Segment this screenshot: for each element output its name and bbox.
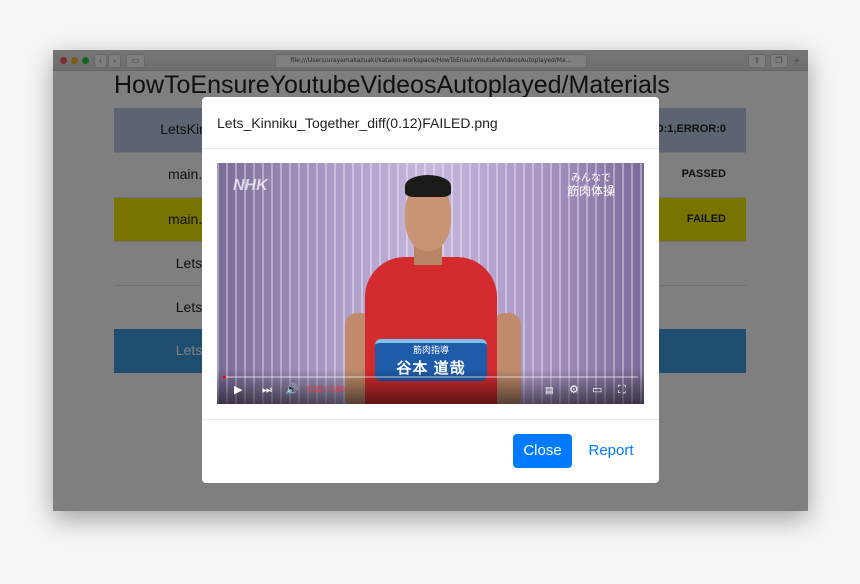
report-button[interactable]: Report (582, 434, 640, 468)
next-icon[interactable]: ⏭ (262, 384, 272, 396)
gear-icon[interactable]: ⚙ (569, 384, 579, 396)
subtitles-icon[interactable]: ▤ (545, 384, 554, 396)
program-title: みんなで 筋肉体操 (567, 173, 616, 198)
broadcaster-logo: NHK (233, 177, 268, 194)
player-controls: ▶ ⏭ 🔊 0:02 / 4:50 ▤ ⚙ ▭ ⛶ (217, 369, 644, 404)
time-display: 0:02 / 4:50 (307, 385, 345, 394)
divider (202, 419, 659, 420)
image-modal: Lets_Kinniku_Together_diff(0.12)FAILED.p… (202, 97, 659, 483)
theater-mode-icon[interactable]: ▭ (592, 384, 602, 396)
volume-icon[interactable]: 🔊 (285, 384, 299, 396)
divider (202, 148, 659, 149)
browser-window: ‹ › ▭ file:///Users/urayamakazuaki/katal… (53, 50, 808, 511)
fullscreen-icon[interactable]: ⛶ (618, 384, 626, 396)
person-hair (405, 175, 451, 197)
progress-fill (223, 376, 226, 378)
progress-bar[interactable] (223, 376, 638, 378)
caption-role: 筋肉指導 (412, 345, 449, 355)
modal-title: Lets_Kinniku_Together_diff(0.12)FAILED.p… (217, 115, 498, 131)
play-icon[interactable]: ▶ (234, 384, 242, 396)
close-button[interactable]: Close (513, 434, 572, 468)
video-screenshot: NHK みんなで 筋肉体操 筋肉指導 谷本 道哉 ▶ ⏭ 🔊 (217, 163, 644, 404)
